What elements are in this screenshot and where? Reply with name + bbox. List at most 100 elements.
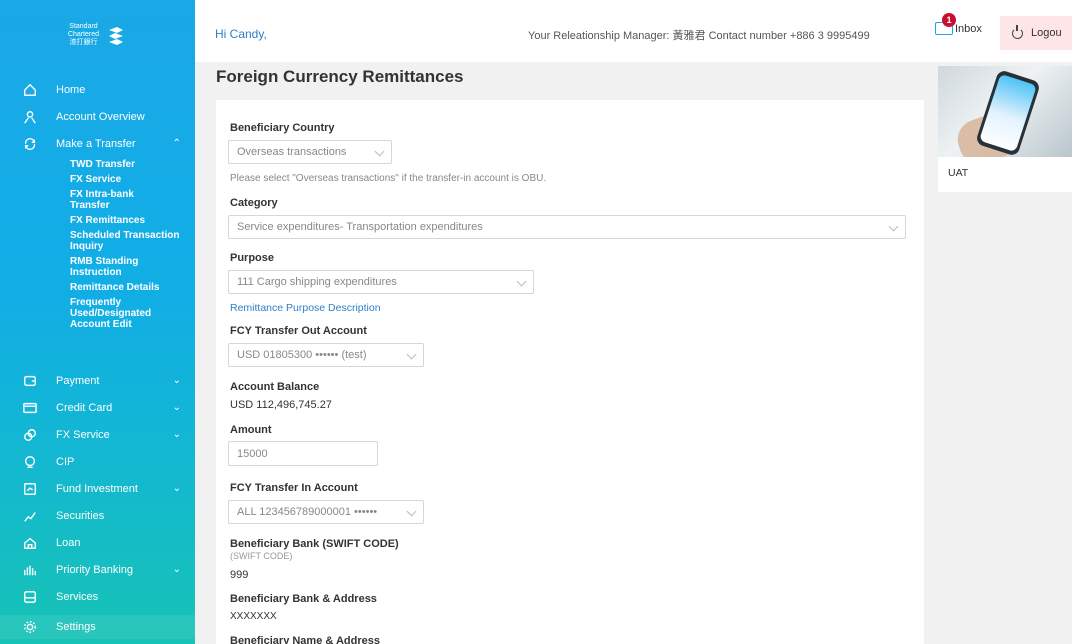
sidebar-item-payment[interactable]: Payment ⌄ xyxy=(0,367,195,394)
category-label: Category xyxy=(230,197,278,209)
name-address-label: Beneficiary Name & Address xyxy=(230,635,380,644)
submenu-item-frequently-used[interactable]: Frequently Used/Designated Account Edit xyxy=(70,295,180,332)
sidebar-item-label: Priority Banking xyxy=(56,563,134,576)
in-account-label: FCY Transfer In Account xyxy=(230,482,358,494)
remittance-form: Beneficiary Country Overseas transaction… xyxy=(216,100,924,644)
account-balance-value: USD 112,496,745.27 xyxy=(230,399,332,411)
sidebar-item-make-a-transfer[interactable]: Make a Transfer ⌃ xyxy=(0,130,195,157)
inbox-badge: 1 xyxy=(942,13,956,27)
account-balance-label: Account Balance xyxy=(230,381,320,393)
beneficiary-country-value: Overseas transactions xyxy=(237,146,347,158)
credit-card-icon xyxy=(22,400,38,416)
logo-text: Standard Chartered 渣打銀行 xyxy=(68,23,99,47)
submenu-item-remittance-details[interactable]: Remittance Details xyxy=(70,280,195,295)
logout-button[interactable]: Logou xyxy=(1000,16,1072,50)
sidebar-item-label: Payment xyxy=(56,374,100,387)
payment-icon xyxy=(22,373,38,389)
remittance-purpose-description-link[interactable]: Remittance Purpose Description xyxy=(230,302,381,314)
beneficiary-country-select[interactable]: Overseas transactions xyxy=(228,140,392,164)
out-account-value: USD 01805300 •••••• (test) xyxy=(237,349,367,361)
standard-chartered-logo-icon xyxy=(109,27,124,45)
in-account-select[interactable]: ALL 123456789000001 •••••• xyxy=(228,500,424,524)
promo-banner[interactable]: UAT xyxy=(938,66,1072,192)
category-select[interactable]: Service expenditures- Transportation exp… xyxy=(228,215,906,239)
sidebar-nav: Home Account Overview Make a Transfer ⌃ … xyxy=(0,76,195,332)
purpose-label: Purpose xyxy=(230,252,275,264)
submenu-item-scheduled-inquiry[interactable]: Scheduled Transaction Inquiry xyxy=(70,228,185,254)
chevron-down-icon[interactable]: ⌄ xyxy=(173,402,181,413)
chevron-down-icon xyxy=(406,349,417,360)
logo-line-1: Standard xyxy=(69,23,98,30)
chevron-down-icon xyxy=(374,146,385,157)
logo-line-3: 渣打銀行 xyxy=(69,39,98,46)
logo-line-2: Chartered xyxy=(67,31,100,38)
transfer-submenu: TWD Transfer FX Service FX Intra-bank Tr… xyxy=(0,157,195,332)
submenu-item-fx-remittances[interactable]: FX Remittances xyxy=(70,213,195,228)
services-icon xyxy=(22,589,38,605)
beneficiary-country-note: Please select "Overseas transactions" if… xyxy=(230,173,547,184)
amount-input[interactable]: 15000 xyxy=(228,441,378,466)
loan-icon xyxy=(22,535,38,551)
sidebar-item-credit-card[interactable]: Credit Card ⌄ xyxy=(0,394,195,421)
out-account-label: FCY Transfer Out Account xyxy=(230,325,367,337)
amount-label: Amount xyxy=(230,424,272,436)
chevron-down-icon[interactable]: ⌄ xyxy=(173,483,181,494)
bank-address-label: Beneficiary Bank & Address xyxy=(230,593,377,605)
sidebar-item-label: Securities xyxy=(56,509,105,522)
sidebar-item-settings[interactable]: Settings xyxy=(0,615,195,639)
purpose-select[interactable]: 111 Cargo shipping expenditures xyxy=(228,270,534,294)
amount-value: 15000 xyxy=(237,447,268,460)
sidebar-item-fund-investment[interactable]: Fund Investment ⌄ xyxy=(0,475,195,502)
sidebar-item-label: Loan xyxy=(56,536,81,549)
sidebar-item-home[interactable]: Home xyxy=(0,76,195,103)
sidebar-item-loan[interactable]: Loan xyxy=(0,529,195,556)
relationship-manager-info: Your Releationship Manager: 黃雅君 Contact … xyxy=(528,30,870,42)
fund-icon xyxy=(22,481,38,497)
page-title: Foreign Currency Remittances xyxy=(216,67,464,86)
out-account-select[interactable]: USD 01805300 •••••• (test) xyxy=(228,343,424,367)
person-icon xyxy=(22,109,38,125)
sidebar-item-priority-banking[interactable]: Priority Banking ⌄ xyxy=(0,556,195,583)
chevron-down-icon xyxy=(888,221,899,232)
beneficiary-country-label: Beneficiary Country xyxy=(230,122,335,134)
brand-logo[interactable]: Standard Chartered 渣打銀行 xyxy=(0,0,195,70)
swift-value: 999 xyxy=(230,569,249,581)
sidebar-item-securities[interactable]: Securities xyxy=(0,502,195,529)
sidebar-item-cip[interactable]: CIP xyxy=(0,448,195,475)
chevron-up-icon[interactable]: ⌃ xyxy=(173,138,181,149)
greeting: Hi Candy, xyxy=(215,27,267,41)
sidebar-item-label: Make a Transfer xyxy=(56,137,136,150)
sidebar-item-label: CIP xyxy=(56,455,75,468)
submenu-item-twd-transfer[interactable]: TWD Transfer xyxy=(70,157,195,172)
swift-label: Beneficiary Bank (SWIFT CODE) xyxy=(230,538,399,550)
chevron-down-icon[interactable]: ⌄ xyxy=(173,429,181,440)
priority-icon xyxy=(22,562,38,578)
swift-sublabel: (SWIFT CODE) xyxy=(230,551,293,561)
sidebar-item-label: Credit Card xyxy=(56,401,113,414)
category-value: Service expenditures- Transportation exp… xyxy=(237,221,483,233)
sidebar-item-label: FX Service xyxy=(56,428,110,441)
sidebar-item-services[interactable]: Services xyxy=(0,583,195,610)
in-account-value: ALL 123456789000001 •••••• xyxy=(237,506,378,518)
chevron-down-icon[interactable]: ⌄ xyxy=(173,375,181,386)
sidebar-item-label: Settings xyxy=(56,621,96,633)
phone-icon xyxy=(975,69,1041,157)
sidebar-item-label: Services xyxy=(56,590,99,603)
submenu-item-rmb-standing[interactable]: RMB Standing Instruction xyxy=(70,254,170,280)
fx-icon xyxy=(22,427,38,443)
inbox-button[interactable]: 1 Inbox xyxy=(935,13,982,35)
sidebar: Standard Chartered 渣打銀行 Home Account Ove… xyxy=(0,0,195,644)
chevron-down-icon[interactable]: ⌄ xyxy=(173,564,181,575)
submenu-item-fx-service[interactable]: FX Service xyxy=(70,172,195,187)
chevron-down-icon xyxy=(516,276,527,287)
purpose-value: 111 Cargo shipping expenditures xyxy=(237,276,397,288)
sidebar-item-account-overview[interactable]: Account Overview xyxy=(0,103,195,130)
sidebar-item-label: Home xyxy=(56,83,86,96)
promo-image xyxy=(938,66,1072,157)
chevron-down-icon xyxy=(406,506,417,517)
submenu-item-fx-intra-bank[interactable]: FX Intra-bank Transfer xyxy=(70,187,170,213)
power-icon xyxy=(1012,24,1023,39)
sidebar-item-fx-service[interactable]: FX Service ⌄ xyxy=(0,421,195,448)
promo-label: UAT xyxy=(948,167,969,179)
bank-address-value: XXXXXXX xyxy=(230,611,277,622)
